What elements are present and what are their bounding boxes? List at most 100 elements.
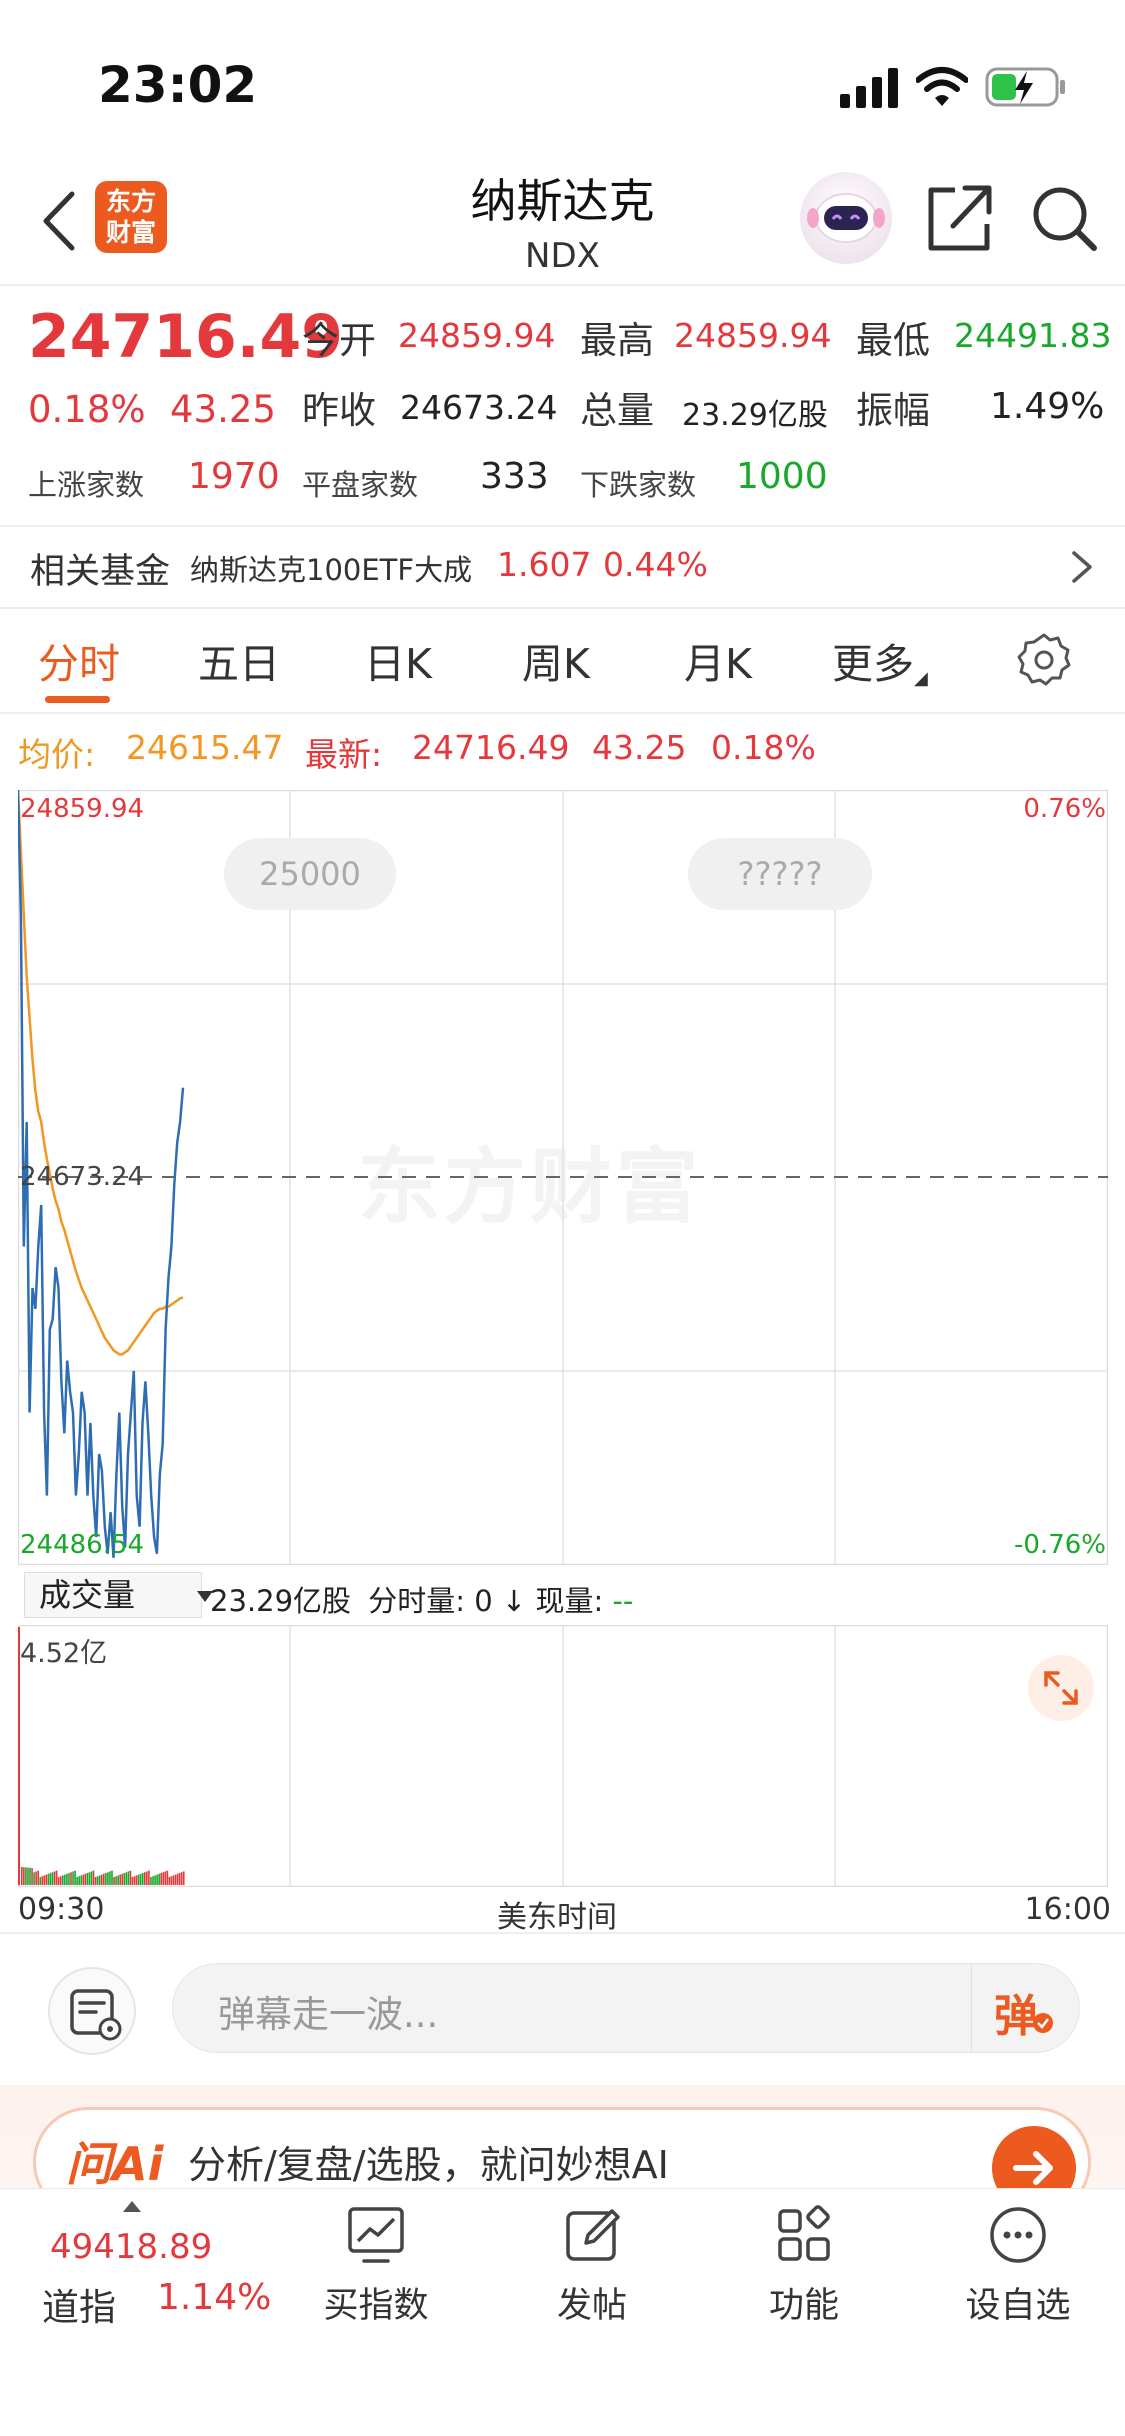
volume-bar [47, 1873, 50, 1885]
volume-max-label: 4.52亿 [20, 1638, 108, 1669]
current-volume-label: 现量: [535, 1584, 604, 1618]
volume-bar [125, 1872, 128, 1885]
volume-bar [166, 1870, 169, 1885]
settings-gear-icon[interactable] [1016, 632, 1072, 688]
volume-bar [127, 1871, 130, 1885]
flat-count: 333 [480, 456, 549, 497]
share-icon[interactable] [925, 182, 995, 254]
avg-label: 均价: [18, 735, 96, 774]
tab-five-day[interactable]: 五日 [198, 630, 280, 690]
ai-robot-avatar[interactable] [800, 172, 892, 264]
danmaku-input[interactable]: 弹幕走一波... 弹 [172, 1963, 1080, 2053]
volume-bar [35, 1871, 37, 1885]
chart-info-line: 均价: 24615.47 最新: 24716.49 43.25 0.18% [0, 728, 1125, 778]
tab-intraday[interactable]: 分时 [38, 630, 120, 690]
volume-bar [66, 1873, 68, 1885]
danmaku-bubble-2: ????? [688, 838, 872, 910]
time-start: 09:30 [18, 1892, 105, 1927]
nav-add-watchlist[interactable]: 设自选 [948, 2203, 1088, 2333]
volume-select-label: 成交量 [39, 1576, 136, 1614]
volume-bar [62, 1875, 64, 1885]
volume-bar [27, 1867, 29, 1885]
related-fund-row[interactable]: 相关基金 纳斯达克100ETF大成 1.607 0.44% [0, 525, 1125, 607]
related-fund-label: 相关基金 [30, 552, 171, 592]
y-label-bottom-pct: -0.76% [1014, 1530, 1106, 1560]
danmaku-send-button[interactable]: 弹 [971, 1964, 1079, 2052]
volume-bar [31, 1868, 33, 1885]
y-label-top-pct: 0.76% [1023, 794, 1106, 824]
related-fund-price: 1.607 [497, 545, 592, 584]
latest-value: 24716.49 [412, 728, 570, 767]
axis-divider [0, 1932, 1125, 1934]
change-percent: 0.18% [28, 388, 146, 431]
volume-bar [51, 1872, 54, 1885]
prev-close-value: 24673.24 [400, 388, 558, 427]
volume-label: 总量 [580, 389, 654, 432]
volume-value: 23.29亿股 [682, 398, 828, 433]
header-divider [0, 284, 1125, 286]
volume-bar [72, 1871, 74, 1885]
y-label-mid: 24673.24 [20, 1162, 145, 1192]
flat-count-label: 平盘家数 [302, 468, 419, 502]
volume-bar [162, 1872, 165, 1885]
volume-bar [182, 1871, 185, 1885]
last-price: 24716.49 [28, 302, 344, 372]
volume-bar [139, 1873, 142, 1885]
volume-bar [82, 1874, 85, 1885]
tab-daily-k[interactable]: 日K [364, 630, 432, 690]
volume-bar [39, 1877, 42, 1885]
nav-add-watchlist-label: 设自选 [965, 2286, 1071, 2326]
volume-bar [80, 1875, 83, 1885]
time-axis: 09:30 美东时间 16:00 [0, 1892, 1125, 1935]
volume-bar [25, 1867, 27, 1885]
volume-bar [168, 1877, 171, 1885]
tab-monthly-k[interactable]: 月K [684, 630, 752, 690]
dow-index-ticker[interactable]: 49418.89 道指 1.14% [0, 2189, 290, 2339]
nav-functions[interactable]: 功能 [734, 2203, 874, 2333]
search-icon[interactable] [1030, 182, 1098, 254]
y-label-bottom: 24486.54 [20, 1530, 145, 1560]
nav-post[interactable]: 发帖 [522, 2203, 662, 2333]
grid-apps-icon [778, 2205, 830, 2261]
battery-charging-icon [985, 67, 1065, 107]
chart-trend-icon [348, 2207, 404, 2263]
expand-chart-button[interactable] [1028, 1655, 1094, 1721]
nav-functions-label: 功能 [768, 2286, 839, 2326]
volume-bar [144, 1872, 146, 1885]
volume-bar [59, 1876, 62, 1885]
volume-bar [33, 1872, 35, 1885]
volume-bar [86, 1873, 89, 1885]
dow-name: 道指 [42, 2286, 116, 2329]
volume-bar [119, 1874, 121, 1885]
volume-bar [37, 1870, 39, 1885]
tab-weekly-k[interactable]: 周K [522, 630, 590, 690]
volume-bar [176, 1873, 179, 1885]
fall-count: 1000 [736, 456, 828, 497]
time-zone-label: 美东时间 [497, 1900, 617, 1935]
volume-indicator-select[interactable]: 成交量 [24, 1572, 213, 1618]
rise-count-label: 上涨家数 [28, 468, 145, 502]
danmaku-placeholder: 弹幕走一波... [218, 1993, 439, 2036]
volume-bar [178, 1873, 181, 1885]
volume-bar [135, 1875, 138, 1885]
ai-banner: 问Ai 分析/复盘/选股，就问妙想AI [0, 2085, 1125, 2217]
edit-icon [566, 2209, 620, 2261]
volume-bar [41, 1876, 44, 1885]
volume-bar [21, 1867, 23, 1885]
dow-value: 49418.89 [50, 2227, 213, 2267]
note-settings-button[interactable] [48, 1967, 136, 2055]
more-dots-icon [990, 2207, 1046, 2263]
chevron-right-icon [1072, 551, 1092, 583]
nav-post-label: 发帖 [556, 2286, 627, 2326]
nav-buy-index[interactable]: 买指数 [306, 2203, 446, 2333]
volume-bar [141, 1873, 144, 1885]
volume-bar [180, 1872, 183, 1885]
tab-more[interactable]: 更多◢ [832, 630, 928, 690]
intraday-chart[interactable]: 东方财富 24859.94 24673.24 24486.54 0.76% -0… [18, 790, 1108, 1565]
related-fund-change: 0.44% [603, 545, 708, 584]
volume-bar [133, 1876, 136, 1885]
latest-percent: 0.18% [711, 728, 816, 767]
amplitude-value: 1.49% [990, 386, 1105, 427]
volume-chart: 4.52亿 [17, 1624, 1109, 1888]
volume-total: 23.29亿股 [210, 1584, 352, 1618]
